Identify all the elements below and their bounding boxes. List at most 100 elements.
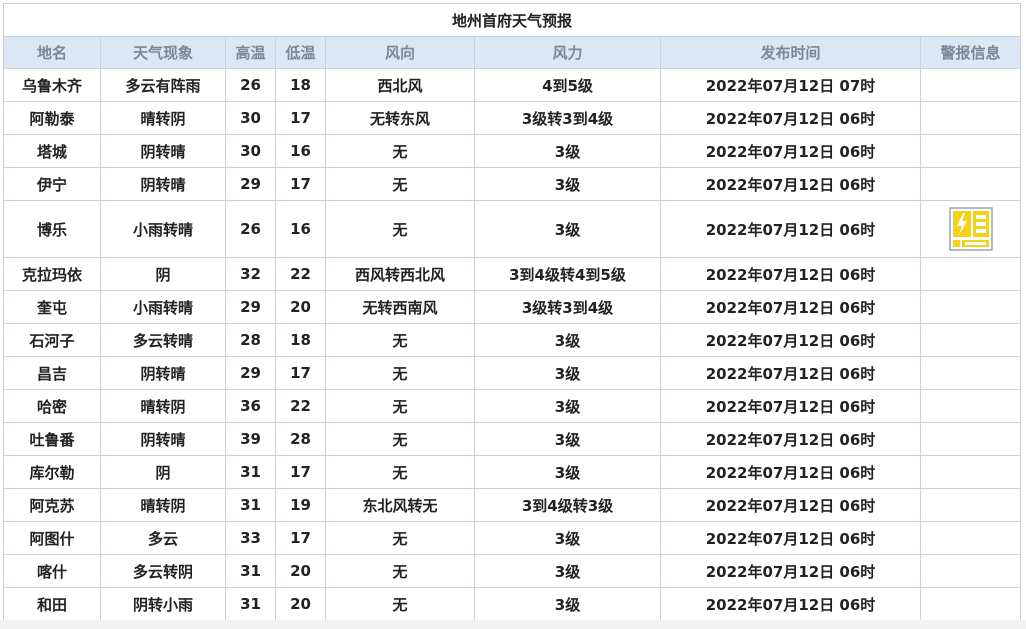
cell-wind-direction: 西北风: [325, 68, 475, 102]
cell-weather: 阴转晴: [100, 422, 226, 456]
cell-high: 32: [225, 257, 276, 291]
cell-place: 博乐: [3, 200, 101, 258]
cell-wind-direction: 西风转西北风: [325, 257, 475, 291]
table-row: 阿图什 多云 33 17 无 3级 2022年07月12日 06时: [3, 521, 1022, 555]
table-body: 乌鲁木齐 多云有阵雨 26 18 西北风 4到5级 2022年07月12日 07时 阿勒泰 晴转…: [3, 68, 1022, 621]
table-row: 塔城 阴转晴 30 16 无 3级 2022年07月12日 06时: [3, 134, 1022, 168]
page-bottom-strip: [0, 620, 1026, 629]
cell-low: 16: [275, 200, 326, 258]
cell-wind-direction: 无: [325, 323, 475, 357]
cell-alert: [919, 323, 1022, 357]
table-row: 和田 阴转小雨 31 20 无 3级 2022年07月12日 06时: [3, 587, 1022, 621]
table-row: 昌吉 阴转晴 29 17 无 3级 2022年07月12日 06时: [3, 356, 1022, 390]
cell-weather: 阴转晴: [100, 167, 226, 201]
cell-wind-direction: 无: [325, 200, 475, 258]
table-row: 博乐 小雨转晴 26 16 无 3级 2022年07月12日 06时: [3, 200, 1022, 258]
cell-publish-time: 2022年07月12日 06时: [660, 488, 921, 522]
header-row: 地名 天气现象 高温 低温 风向 风力 发布时间 警报信息: [3, 36, 1022, 69]
cell-high: 31: [225, 587, 276, 621]
table-row: 石河子 多云转晴 28 18 无 3级 2022年07月12日 06时: [3, 323, 1022, 357]
cell-wind-force: 3级: [474, 323, 661, 357]
cell-wind-force: 3级: [474, 356, 661, 390]
cell-wind-force: 3级: [474, 200, 661, 258]
cell-high: 29: [225, 290, 276, 324]
cell-place: 阿勒泰: [3, 101, 101, 135]
cell-wind-direction: 无: [325, 134, 475, 168]
cell-alert: [919, 356, 1022, 390]
cell-place: 塔城: [3, 134, 101, 168]
header-wind-force: 风力: [474, 36, 661, 69]
cell-wind-force: 3到4级转3级: [474, 488, 661, 522]
cell-place: 吐鲁番: [3, 422, 101, 456]
cell-place: 乌鲁木齐: [3, 68, 101, 102]
cell-place: 喀什: [3, 554, 101, 588]
cell-place: 昌吉: [3, 356, 101, 390]
cell-wind-force: 3级: [474, 167, 661, 201]
cell-wind-direction: 无: [325, 422, 475, 456]
table-title: 地州首府天气预报: [2, 3, 1022, 37]
cell-publish-time: 2022年07月12日 06时: [660, 521, 921, 555]
cell-low: 22: [275, 257, 326, 291]
lightning-warning-icon[interactable]: [948, 207, 993, 251]
cell-wind-force: 4到5级: [474, 68, 661, 102]
cell-high: 30: [225, 134, 276, 168]
cell-publish-time: 2022年07月12日 06时: [660, 554, 921, 588]
cell-alert: [919, 521, 1022, 555]
cell-low: 20: [275, 587, 326, 621]
cell-low: 17: [275, 356, 326, 390]
header-high: 高温: [225, 36, 276, 69]
cell-wind-direction: 无: [325, 587, 475, 621]
cell-high: 33: [225, 521, 276, 555]
cell-alert: [919, 167, 1022, 201]
cell-high: 29: [225, 356, 276, 390]
cell-low: 19: [275, 488, 326, 522]
cell-place: 奎屯: [3, 290, 101, 324]
cell-publish-time: 2022年07月12日 06时: [660, 257, 921, 291]
cell-weather: 阴转晴: [100, 356, 226, 390]
cell-low: 18: [275, 323, 326, 357]
cell-low: 17: [275, 167, 326, 201]
table-row: 库尔勒阴 31 17 无 3级 2022年07月12日 06时: [3, 455, 1022, 489]
cell-alert: [919, 257, 1022, 291]
cell-high: 26: [225, 200, 276, 258]
table-row: 克拉玛依阴 32 22 西风转西北风 3到4级转4到5级 2022年07月12日 06时: [3, 257, 1022, 291]
cell-weather: 晴转阴: [100, 101, 226, 135]
header-place: 地名: [3, 36, 101, 69]
cell-wind-force: 3级: [474, 455, 661, 489]
cell-publish-time: 2022年07月12日 07时: [660, 68, 921, 102]
cell-alert: [919, 290, 1022, 324]
cell-wind-force: 3级: [474, 521, 661, 555]
cell-publish-time: 2022年07月12日 06时: [660, 356, 921, 390]
cell-alert[interactable]: [919, 200, 1022, 258]
table-row: 喀什 多云转阴 31 20 无 3级 2022年07月12日 06时: [3, 554, 1022, 588]
cell-place: 阿克苏: [3, 488, 101, 522]
cell-high: 31: [225, 554, 276, 588]
cell-alert: [919, 101, 1022, 135]
cell-weather: 阴转晴: [100, 134, 226, 168]
cell-wind-force: 3级: [474, 587, 661, 621]
cell-place: 石河子: [3, 323, 101, 357]
forecast-table: 地州首府天气预报 地名 天气现象 高温 低温 风向 风力 发布时间 警报信息 乌…: [2, 3, 1022, 621]
header-alert: 警报信息: [919, 36, 1022, 69]
cell-weather: 多云转阴: [100, 554, 226, 588]
cell-wind-direction: 无: [325, 389, 475, 423]
cell-alert: [919, 134, 1022, 168]
table-row: 阿勒泰 晴转阴 30 17 无转东风 3级转3到4级 2022年07月12日 06时: [3, 101, 1022, 135]
cell-alert: [919, 488, 1022, 522]
cell-low: 17: [275, 455, 326, 489]
cell-high: 29: [225, 167, 276, 201]
table-row: 奎屯 小雨转晴 29 20 无转西南风 3级转3到4级 2022年07月12日 06时: [3, 290, 1022, 324]
cell-place: 和田: [3, 587, 101, 621]
cell-low: 22: [275, 389, 326, 423]
cell-alert: [919, 587, 1022, 621]
cell-weather: 阴: [100, 455, 226, 489]
table-row: 阿克苏 晴转阴 31 19 东北风转无 3到4级转3级 2022年07月12日 06时: [3, 488, 1022, 522]
cell-wind-direction: 无: [325, 356, 475, 390]
cell-place: 伊宁: [3, 167, 101, 201]
cell-low: 20: [275, 554, 326, 588]
forecast-container: 地州首府天气预报 地名 天气现象 高温 低温 风向 风力 发布时间 警报信息 乌…: [2, 3, 1022, 621]
cell-alert: [919, 554, 1022, 588]
cell-wind-force: 3级转3到4级: [474, 101, 661, 135]
cell-weather: 多云: [100, 521, 226, 555]
table-row: 乌鲁木齐 多云有阵雨 26 18 西北风 4到5级 2022年07月12日 07时: [3, 68, 1022, 102]
